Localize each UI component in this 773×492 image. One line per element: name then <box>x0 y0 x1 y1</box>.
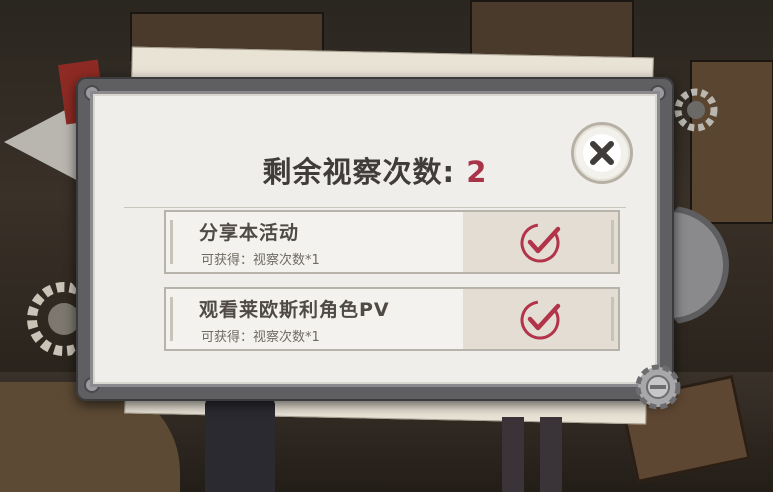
task-reward: 可获得：视察次数*1 <box>201 330 320 345</box>
task-status <box>463 212 618 272</box>
task-item-watch-pv[interactable]: 观看莱欧斯利角色PV 可获得：视察次数*1 <box>164 287 620 351</box>
inspection-dialog: 剩余视察次数: 2 分享本活动 可获得：视察次数*1 观看莱欧斯利角色PV 可获… <box>76 77 681 410</box>
bg-gear-icon <box>674 88 718 132</box>
close-button[interactable] <box>571 122 633 184</box>
bg-shelf <box>470 0 634 59</box>
task-item-share[interactable]: 分享本活动 可获得：视察次数*1 <box>164 210 620 274</box>
dialog-panel: 剩余视察次数: 2 分享本活动 可获得：视察次数*1 观看莱欧斯利角色PV 可获… <box>90 91 660 387</box>
bg-character <box>205 397 275 492</box>
task-title: 分享本活动 <box>199 222 300 244</box>
task-status <box>463 289 618 349</box>
title-label: 剩余视察次数: <box>262 155 456 189</box>
close-x-icon <box>583 134 621 172</box>
task-reward: 可获得：视察次数*1 <box>201 253 320 268</box>
remaining-count: 2 <box>466 155 488 189</box>
gear-icon <box>635 364 681 410</box>
bg-character-legs <box>502 417 524 492</box>
check-circle-icon <box>520 300 560 340</box>
check-circle-icon <box>520 223 560 263</box>
bg-gear-icon <box>27 282 84 356</box>
bg-character-legs <box>540 417 562 492</box>
title-divider <box>124 207 626 208</box>
task-title: 观看莱欧斯利角色PV <box>199 299 390 321</box>
